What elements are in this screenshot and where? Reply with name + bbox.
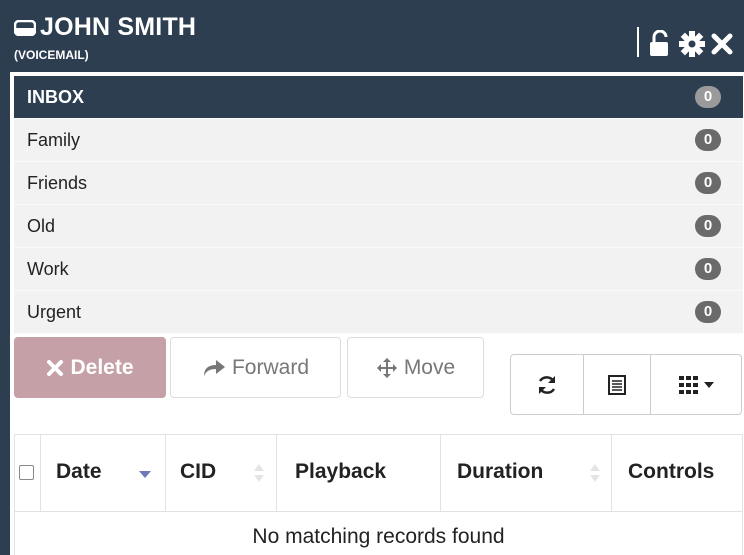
column-header-playback: Playback — [277, 435, 441, 511]
folder-count-badge: 0 — [695, 258, 721, 280]
column-label: Duration — [457, 460, 544, 483]
gear-icon[interactable] — [678, 30, 706, 58]
move-button[interactable]: Move — [347, 337, 484, 398]
forward-button[interactable]: Forward — [170, 337, 341, 398]
folder-count-badge: 0 — [695, 129, 721, 151]
folder-label: Friends — [27, 173, 88, 193]
folder-label: Family — [27, 130, 80, 150]
folder-label: Old — [27, 216, 56, 236]
list-view-icon — [608, 374, 626, 395]
mailbox-type: (VOICEMAIL) — [14, 48, 89, 62]
select-all-checkbox[interactable] — [19, 465, 34, 480]
folder-item-urgent[interactable]: Urgent 0 — [14, 291, 743, 334]
folder-list: INBOX 0 Family 0 Friends 0 Old 0 Work 0 … — [14, 76, 743, 334]
messages-table: Date CID Playback Duration Controls No m… — [14, 434, 743, 555]
folder-count-badge: 0 — [695, 86, 721, 108]
column-header-cid[interactable]: CID — [166, 435, 277, 511]
sort-both-icon — [254, 464, 264, 482]
column-label: Date — [56, 460, 102, 483]
caret-down-icon — [703, 381, 714, 388]
empty-table-message: No matching records found — [252, 525, 505, 548]
folder-label: Work — [27, 259, 69, 279]
column-label: Playback — [295, 460, 387, 483]
column-label: Controls — [628, 460, 715, 483]
folder-count-badge: 0 — [695, 301, 721, 323]
mailbox-owner-name: JOHN SMITH — [40, 13, 197, 41]
panel-left-border — [0, 0, 10, 555]
refresh-button[interactable] — [511, 355, 583, 414]
close-icon — [47, 359, 64, 376]
column-header-duration[interactable]: Duration — [441, 435, 612, 511]
folder-label: INBOX — [27, 87, 85, 107]
folder-item-inbox[interactable]: INBOX 0 — [14, 76, 743, 119]
folder-count-badge: 0 — [695, 172, 721, 194]
table-options-group — [510, 354, 742, 415]
folder-label: Urgent — [27, 302, 82, 322]
delete-button[interactable]: Delete — [14, 337, 166, 398]
column-header-controls: Controls — [612, 435, 742, 511]
columns-grid-icon — [678, 375, 698, 394]
close-icon[interactable] — [710, 30, 738, 58]
column-header-date[interactable]: Date — [41, 435, 166, 511]
folder-item-family[interactable]: Family 0 — [14, 119, 743, 162]
move-label: Move — [403, 355, 456, 379]
unlock-icon[interactable] — [648, 30, 676, 58]
columns-dropdown-button[interactable] — [651, 355, 741, 414]
table-header-row: Date CID Playback Duration Controls — [15, 435, 742, 512]
toggle-view-button[interactable] — [584, 355, 650, 414]
voicemail-icon — [13, 19, 37, 37]
forward-label: Forward — [231, 355, 310, 379]
folder-item-friends[interactable]: Friends 0 — [14, 162, 743, 205]
voicemail-panel: JOHN SMITH (VOICEMAIL) INBOX 0 Family 0 … — [0, 0, 744, 555]
select-all-cell — [15, 435, 41, 511]
share-arrow-icon — [203, 359, 225, 376]
move-arrows-icon — [376, 357, 397, 378]
sort-desc-icon — [139, 471, 151, 478]
folder-item-old[interactable]: Old 0 — [14, 205, 743, 248]
header-separator — [637, 27, 639, 57]
delete-label: Delete — [70, 355, 134, 379]
panel-header: JOHN SMITH (VOICEMAIL) — [0, 0, 744, 72]
sort-both-icon — [590, 464, 600, 482]
folder-count-badge: 0 — [695, 215, 721, 237]
column-label: CID — [180, 460, 217, 483]
refresh-icon — [538, 375, 556, 394]
folder-item-work[interactable]: Work 0 — [14, 248, 743, 291]
